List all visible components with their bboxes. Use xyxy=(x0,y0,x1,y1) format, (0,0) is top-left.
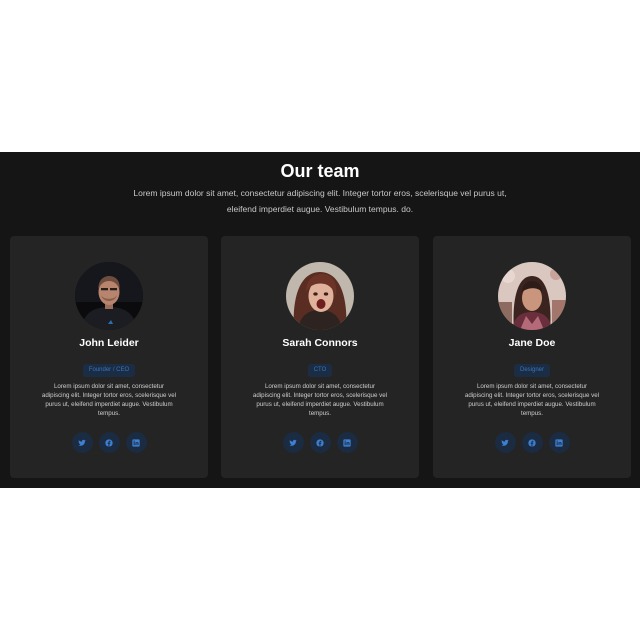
section-subtitle: Lorem ipsum dolor sit amet, consectetur … xyxy=(133,188,507,214)
twitter-button[interactable] xyxy=(282,432,304,453)
role-badge: Founder / CEO xyxy=(82,364,136,377)
avatar xyxy=(75,262,143,330)
facebook-button[interactable] xyxy=(309,432,331,453)
team-card-jane-doe: Jane Doe Designer Lorem ipsum dolor sit … xyxy=(433,236,631,478)
role-badge: CTO xyxy=(307,364,333,377)
member-name: Sarah Connors xyxy=(282,337,358,349)
social-links xyxy=(10,432,208,453)
role-badge: Designer xyxy=(513,364,550,377)
member-bio: Lorem ipsum dolor sit amet, consectetur … xyxy=(41,383,177,417)
facebook-icon xyxy=(528,439,536,447)
avatar xyxy=(286,262,354,330)
member-name: John Leider xyxy=(79,337,139,349)
linkedin-icon xyxy=(343,439,351,447)
facebook-icon xyxy=(316,439,324,447)
twitter-icon xyxy=(78,439,86,447)
avatar xyxy=(498,262,566,330)
social-links xyxy=(221,432,419,453)
twitter-icon xyxy=(501,439,509,447)
member-bio: Lorem ipsum dolor sit amet, consectetur … xyxy=(252,383,388,417)
twitter-icon xyxy=(289,439,297,447)
linkedin-icon xyxy=(555,439,563,447)
member-bio: Lorem ipsum dolor sit amet, consectetur … xyxy=(464,383,600,417)
facebook-button[interactable] xyxy=(98,432,120,453)
twitter-button[interactable] xyxy=(494,432,516,453)
linkedin-button[interactable] xyxy=(548,432,570,453)
linkedin-button[interactable] xyxy=(125,432,147,453)
linkedin-icon xyxy=(132,439,140,447)
team-card-sarah-connors: Sarah Connors CTO Lorem ipsum dolor sit … xyxy=(221,236,419,478)
facebook-icon xyxy=(105,439,113,447)
facebook-button[interactable] xyxy=(521,432,543,453)
member-name: Jane Doe xyxy=(508,337,556,349)
linkedin-button[interactable] xyxy=(336,432,358,453)
social-links xyxy=(433,432,631,453)
team-card-john-leider: John Leider Founder / CEO Lorem ipsum do… xyxy=(10,236,208,478)
section-title: Our team xyxy=(280,161,360,181)
twitter-button[interactable] xyxy=(71,432,93,453)
